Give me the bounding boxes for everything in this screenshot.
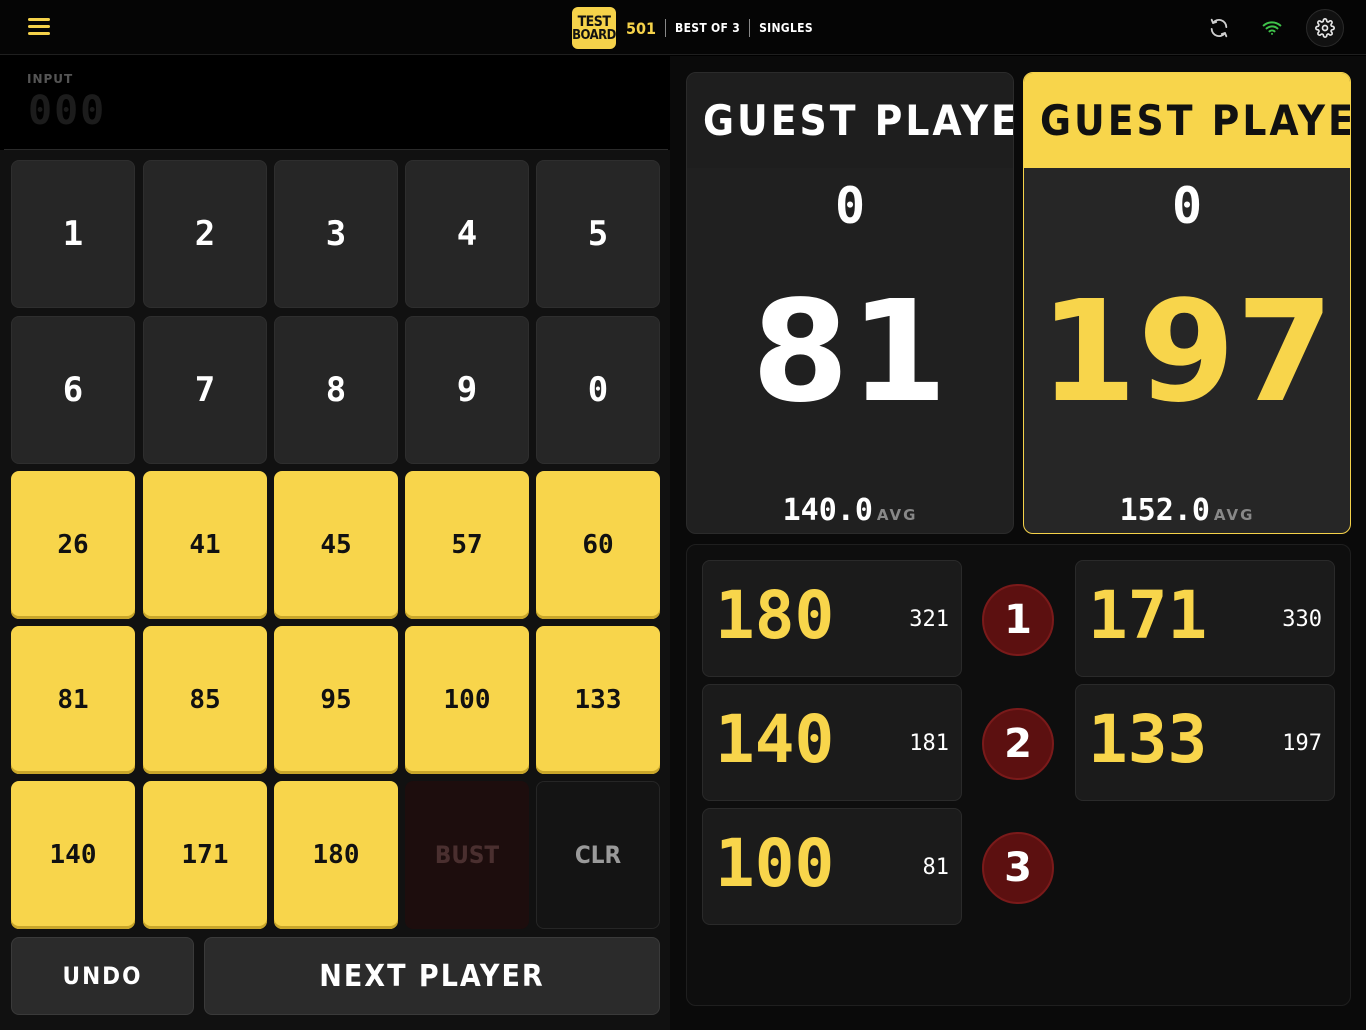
quick-score-button[interactable]: 95 bbox=[274, 626, 398, 774]
average-value: 140.0 bbox=[782, 493, 873, 528]
round-badge: 2 bbox=[982, 708, 1054, 780]
throw-remaining: 181 bbox=[909, 731, 949, 756]
average-unit: AVG bbox=[1213, 506, 1255, 524]
key-digit[interactable]: 3 bbox=[274, 160, 398, 308]
throw-points: 100 bbox=[715, 825, 835, 902]
average: 152.0 AVG bbox=[1024, 493, 1350, 528]
undo-button[interactable]: UNDO bbox=[11, 937, 194, 1015]
quick-score-button[interactable]: 171 bbox=[143, 781, 267, 929]
player-name: GUEST PLAYE... bbox=[1024, 73, 1350, 168]
quick-score-button[interactable]: 100 bbox=[405, 626, 529, 774]
divider bbox=[665, 19, 667, 37]
history-row: 171 330 bbox=[1075, 560, 1335, 677]
bust-button[interactable]: BUST bbox=[405, 781, 529, 929]
history-row: 140 181 bbox=[702, 684, 962, 801]
input-value: 000 bbox=[28, 88, 107, 134]
remaining-score: 81 bbox=[751, 271, 949, 434]
throw-remaining: 81 bbox=[922, 855, 950, 880]
history-row: 180 321 bbox=[702, 560, 962, 677]
key-digit[interactable]: 8 bbox=[274, 316, 398, 464]
quick-score-button[interactable]: 180 bbox=[274, 781, 398, 929]
average-value: 152.0 bbox=[1119, 493, 1210, 528]
quick-score-button[interactable]: 81 bbox=[11, 626, 135, 774]
app-logo: TEST BOARD bbox=[572, 7, 616, 49]
score-input-display: INPUT 000 bbox=[4, 62, 668, 150]
legs-won: 0 bbox=[1171, 177, 1203, 235]
match-mode: SINGLES bbox=[759, 21, 813, 35]
key-digit[interactable]: 6 bbox=[11, 316, 135, 464]
quick-score-button[interactable]: 140 bbox=[11, 781, 135, 929]
key-digit[interactable]: 1 bbox=[11, 160, 135, 308]
legs-won: 0 bbox=[834, 177, 866, 235]
round-badge: 1 bbox=[982, 584, 1054, 656]
key-digit[interactable]: 9 bbox=[405, 316, 529, 464]
key-digit[interactable]: 5 bbox=[536, 160, 660, 308]
top-bar: TEST BOARD 501 BEST OF 3 SINGLES bbox=[0, 0, 1366, 55]
history-row: 100 81 bbox=[702, 808, 962, 925]
input-label: INPUT bbox=[27, 72, 74, 86]
throw-points: 180 bbox=[715, 577, 835, 654]
round-badge: 3 bbox=[982, 832, 1054, 904]
history-row: 133 197 bbox=[1075, 684, 1335, 801]
game-type: 501 bbox=[626, 18, 657, 38]
throw-points: 140 bbox=[715, 701, 835, 778]
throw-points: 133 bbox=[1088, 701, 1208, 778]
key-digit[interactable]: 2 bbox=[143, 160, 267, 308]
throw-remaining: 330 bbox=[1282, 607, 1322, 632]
quick-score-button[interactable]: 26 bbox=[11, 471, 135, 619]
match-format: BEST OF 3 bbox=[675, 21, 741, 35]
quick-score-button[interactable]: 133 bbox=[536, 626, 660, 774]
player-card-active[interactable]: GUEST PLAYE... 0 197 152.0AVG bbox=[1023, 72, 1351, 534]
quick-score-button[interactable]: 41 bbox=[143, 471, 267, 619]
key-digit[interactable]: 0 bbox=[536, 316, 660, 464]
key-digit[interactable]: 4 bbox=[405, 160, 529, 308]
throw-points: 171 bbox=[1088, 577, 1208, 654]
average-unit: AVG bbox=[876, 506, 918, 524]
player-card[interactable]: GUEST PLAYE... 0 81 140.0AVG bbox=[686, 72, 1014, 534]
quick-score-button[interactable]: 60 bbox=[536, 471, 660, 619]
gear-icon[interactable] bbox=[1306, 9, 1344, 47]
throw-remaining: 197 bbox=[1282, 731, 1322, 756]
logo-line2: BOARD bbox=[572, 27, 616, 43]
player-name: GUEST PLAYE... bbox=[687, 73, 1013, 168]
clear-button[interactable]: CLR bbox=[536, 781, 660, 929]
quick-score-button[interactable]: 57 bbox=[405, 471, 529, 619]
next-player-button[interactable]: NEXT PLAYER bbox=[204, 937, 660, 1015]
wifi-icon[interactable] bbox=[1253, 9, 1291, 47]
divider bbox=[749, 19, 751, 37]
logo-line1: TEST bbox=[577, 13, 611, 30]
brand: TEST BOARD 501 BEST OF 3 SINGLES bbox=[572, 6, 813, 50]
refresh-icon[interactable] bbox=[1200, 9, 1238, 47]
remaining-score: 197 bbox=[1039, 271, 1335, 434]
menu-icon[interactable] bbox=[28, 16, 52, 38]
average: 140.0 AVG bbox=[687, 493, 1013, 528]
keypad: 1 2 3 4 5 6 7 8 9 0 26 41 45 57 60 81 85… bbox=[0, 150, 670, 1030]
key-digit[interactable]: 7 bbox=[143, 316, 267, 464]
quick-score-button[interactable]: 85 bbox=[143, 626, 267, 774]
throw-remaining: 321 bbox=[909, 607, 949, 632]
quick-score-button[interactable]: 45 bbox=[274, 471, 398, 619]
